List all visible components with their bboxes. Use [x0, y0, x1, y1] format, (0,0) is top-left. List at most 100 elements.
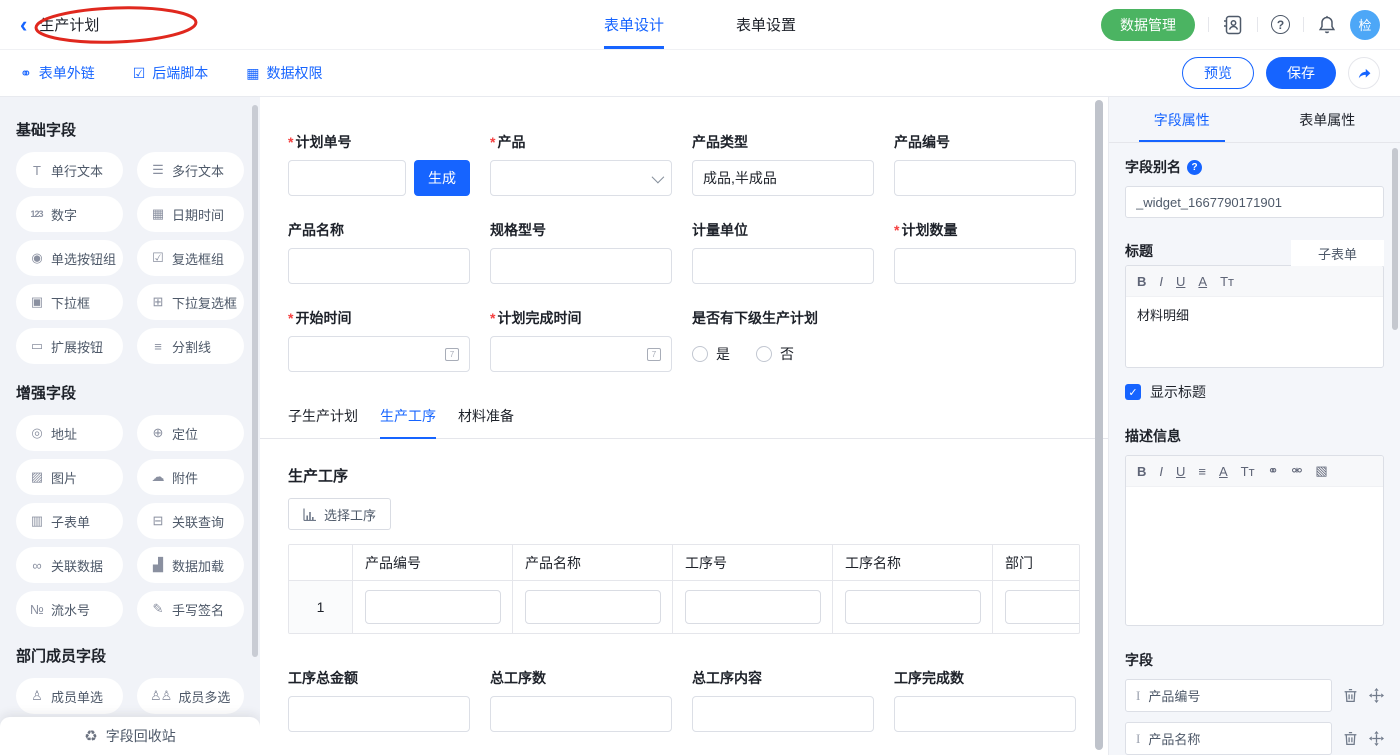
tab-form-design[interactable]: 表单设计 — [604, 0, 664, 49]
link-icon[interactable]: ⚭ — [1268, 463, 1279, 479]
sidebar-item-extend-button[interactable]: ▭扩展按钮 — [16, 328, 123, 364]
spec-model-input[interactable] — [490, 248, 672, 284]
sidebar-item-dropdown[interactable]: ▣下拉框 — [16, 284, 123, 320]
signature-pen-icon: ✎ — [150, 601, 165, 617]
cell-process-no-input[interactable] — [685, 590, 821, 624]
field-process-done-count: 工序完成数 — [894, 668, 1096, 732]
sidebar-item-datetime[interactable]: ▦日期时间 — [137, 196, 244, 232]
sidebar-item-location[interactable]: ⊕定位 — [137, 415, 244, 451]
plan-number-input[interactable] — [288, 160, 406, 196]
sidebar-item-image[interactable]: ▨图片 — [16, 459, 123, 495]
product-code-input[interactable] — [894, 160, 1076, 196]
sidebar-item-serial-number[interactable]: №流水号 — [16, 591, 123, 627]
font-color-icon[interactable]: A — [1198, 274, 1207, 289]
font-color-icon[interactable]: A — [1219, 464, 1228, 479]
tab-production-process[interactable]: 生产工序 — [380, 396, 436, 438]
panel-scrollbar[interactable] — [1392, 148, 1398, 330]
preview-button[interactable]: 预览 — [1182, 57, 1254, 89]
field-recycle-bin[interactable]: ♻ 字段回收站 — [0, 717, 260, 755]
bold-icon[interactable]: B — [1137, 274, 1146, 289]
cell-department-input[interactable] — [1005, 590, 1079, 624]
italic-icon[interactable]: I — [1159, 274, 1163, 289]
delete-field-icon[interactable] — [1343, 731, 1358, 746]
chevron-down-icon — [652, 170, 665, 183]
sidebar-item-multi-line-text[interactable]: ☰多行文本 — [137, 152, 244, 188]
font-size-icon[interactable]: Tᴛ — [1241, 464, 1255, 479]
radio-yes[interactable]: 是 — [692, 344, 730, 364]
sidebar-item-data-load[interactable]: ▟数据加载 — [137, 547, 244, 583]
product-type-input[interactable]: 成品,半成品 — [692, 160, 874, 196]
cell-product-name-input[interactable] — [525, 590, 661, 624]
data-manage-button[interactable]: 数据管理 — [1101, 9, 1195, 41]
alias-input[interactable] — [1125, 186, 1384, 218]
sidebar-item-linked-data[interactable]: ∞关联数据 — [16, 547, 123, 583]
total-process-content-input[interactable] — [692, 696, 874, 732]
sidebar-item-member-single[interactable]: ♙成员单选 — [16, 678, 123, 714]
insert-image-icon[interactable]: ▧ — [1315, 463, 1327, 479]
notification-bell-icon[interactable] — [1317, 15, 1337, 35]
radio-no[interactable]: 否 — [756, 344, 794, 364]
move-field-icon[interactable] — [1369, 688, 1384, 703]
contacts-book-icon[interactable] — [1222, 14, 1244, 36]
sidebar-item-radio-group[interactable]: ◉单选按钮组 — [16, 240, 123, 276]
tab-form-settings[interactable]: 表单设置 — [736, 0, 796, 49]
underline-icon[interactable]: U — [1176, 274, 1185, 289]
delete-field-icon[interactable] — [1343, 688, 1358, 703]
move-field-icon[interactable] — [1369, 731, 1384, 746]
cell-process-name-input[interactable] — [845, 590, 981, 624]
sidebar-item-multi-dropdown[interactable]: ⊞下拉复选框 — [137, 284, 244, 320]
unit-input[interactable] — [692, 248, 874, 284]
process-total-amount-input[interactable] — [288, 696, 470, 732]
user-avatar[interactable]: 检 — [1350, 10, 1380, 40]
panel-field-product-code[interactable]: I 产品编号 — [1125, 679, 1332, 712]
finish-time-input[interactable]: 7 — [490, 336, 672, 372]
tab-material-preparation[interactable]: 材料准备 — [458, 396, 514, 438]
panel-field-product-name[interactable]: I 产品名称 — [1125, 722, 1332, 755]
sidebar-item-address[interactable]: ◎地址 — [16, 415, 123, 451]
back-icon[interactable]: ‹ — [20, 14, 27, 36]
sidebar-item-subform[interactable]: ▥子表单 — [16, 503, 123, 539]
italic-icon[interactable]: I — [1159, 464, 1163, 479]
data-permission-link[interactable]: ▦ 数据权限 — [246, 63, 322, 83]
tab-field-properties[interactable]: 字段属性 — [1109, 97, 1255, 142]
start-time-input[interactable]: 7 — [288, 336, 470, 372]
bold-icon[interactable]: B — [1137, 464, 1146, 479]
tab-form-properties[interactable]: 表单属性 — [1255, 97, 1400, 142]
title-editor-body[interactable]: 材料明细 — [1126, 297, 1383, 367]
sidebar-item-signature[interactable]: ✎手写签名 — [137, 591, 244, 627]
form-external-link[interactable]: ⚭ 表单外链 — [20, 63, 95, 83]
form-row-3: *开始时间 7 *计划完成时间 7 是否有下级生产计划 是 否 — [288, 308, 1080, 372]
checkbox-checked-icon[interactable]: ✓ — [1125, 384, 1141, 400]
help-question-icon[interactable]: ? — [1187, 160, 1202, 175]
field-label: 产品名称 — [288, 220, 344, 240]
share-button[interactable] — [1348, 57, 1380, 89]
sidebar-item-checkbox-group[interactable]: ☑复选框组 — [137, 240, 244, 276]
generate-button[interactable]: 生成 — [414, 160, 470, 196]
description-editor-body[interactable] — [1126, 487, 1383, 625]
sidebar-item-linked-query[interactable]: ⊟关联查询 — [137, 503, 244, 539]
sidebar-item-attachment[interactable]: ☁附件 — [137, 459, 244, 495]
cell-product-code-input[interactable] — [365, 590, 501, 624]
unlink-icon[interactable]: ⚮ — [1291, 463, 1302, 479]
single-line-text-icon: T — [29, 163, 44, 178]
backend-script-link[interactable]: ☑ 后端脚本 — [133, 63, 209, 83]
process-done-count-input[interactable] — [894, 696, 1076, 732]
canvas-scrollbar[interactable] — [1095, 100, 1103, 750]
select-process-button[interactable]: 选择工序 — [288, 498, 391, 530]
underline-icon[interactable]: U — [1176, 464, 1185, 479]
tab-sub-production-plan[interactable]: 子生产计划 — [288, 396, 358, 438]
sidebar-item-single-line-text[interactable]: T单行文本 — [16, 152, 123, 188]
sidebar-item-member-multi[interactable]: ♙♙成员多选 — [137, 678, 244, 714]
align-icon[interactable]: ≡ — [1198, 464, 1206, 479]
product-name-input[interactable] — [288, 248, 470, 284]
font-size-icon[interactable]: Tᴛ — [1220, 274, 1234, 289]
save-button[interactable]: 保存 — [1266, 57, 1336, 89]
help-icon[interactable]: ? — [1271, 15, 1290, 34]
total-process-count-input[interactable] — [490, 696, 672, 732]
top-bar-right: 数据管理 ? 检 — [1101, 9, 1380, 41]
sidebar-scrollbar[interactable] — [252, 105, 258, 657]
sidebar-item-divider-line[interactable]: ≡分割线 — [137, 328, 244, 364]
product-select[interactable] — [490, 160, 672, 196]
plan-quantity-input[interactable] — [894, 248, 1076, 284]
sidebar-item-number[interactable]: 123数字 — [16, 196, 123, 232]
